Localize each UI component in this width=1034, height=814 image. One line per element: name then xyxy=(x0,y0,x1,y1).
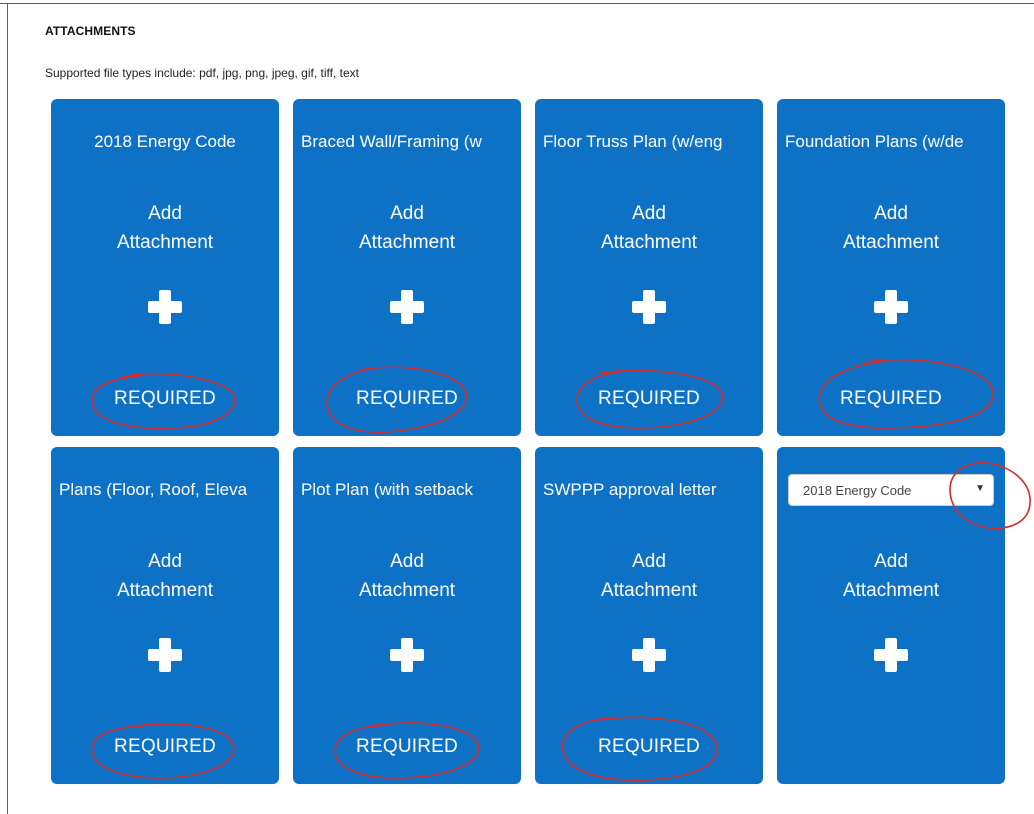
attachment-card-braced-wall[interactable]: Braced Wall/Framing (w Add Attachment RE… xyxy=(293,99,521,436)
add-attachment-label: Add Attachment xyxy=(293,199,521,257)
required-label: REQUIRED xyxy=(598,388,700,409)
chevron-down-icon[interactable]: ▼ xyxy=(975,483,985,494)
attachment-card-plans[interactable]: Plans (Floor, Roof, Eleva Add Attachment… xyxy=(51,447,279,784)
add-line: Add xyxy=(874,551,908,572)
attachment-card-floor-truss[interactable]: Floor Truss Plan (w/eng Add Attachment R… xyxy=(535,99,763,436)
required-label: REQUIRED xyxy=(356,388,458,409)
card-title: SWPPP approval letter xyxy=(543,480,717,499)
add-attachment-label: Add Attachment xyxy=(535,199,763,257)
attachment-line: Attachment xyxy=(358,232,456,253)
attachment-line: Attachment xyxy=(358,580,456,601)
plus-icon[interactable] xyxy=(148,290,182,324)
required-label: REQUIRED xyxy=(840,388,942,409)
card-title: 2018 Energy Code xyxy=(94,132,236,151)
add-line: Add xyxy=(148,551,182,572)
add-line: Add xyxy=(632,203,666,224)
plus-icon[interactable] xyxy=(632,638,666,672)
attachment-type-select[interactable]: 2018 Energy Code ▼ xyxy=(788,474,994,506)
add-attachment-label: Add Attachment xyxy=(535,547,763,605)
attachment-card-foundation[interactable]: Foundation Plans (w/de Add Attachment RE… xyxy=(777,99,1005,436)
card-title: Floor Truss Plan (w/eng xyxy=(543,132,723,151)
select-value: 2018 Energy Code xyxy=(803,483,912,498)
card-title: Foundation Plans (w/de xyxy=(785,132,964,151)
add-attachment-label: Add Attachment xyxy=(293,547,521,605)
attachments-grid: 2018 Energy Code Add Attachment REQUIRED… xyxy=(0,0,1034,814)
add-line: Add xyxy=(874,203,908,224)
required-label: REQUIRED xyxy=(356,736,458,757)
attachment-card-energy-code[interactable]: 2018 Energy Code Add Attachment REQUIRED xyxy=(51,99,279,436)
attachment-card-plot-plan[interactable]: Plot Plan (with setback Add Attachment R… xyxy=(293,447,521,784)
attachment-card-other[interactable]: 2018 Energy Code ▼ Add Attachment xyxy=(777,447,1005,784)
card-title: Plans (Floor, Roof, Eleva xyxy=(59,480,248,499)
plus-icon[interactable] xyxy=(390,290,424,324)
add-attachment-label: Add Attachment xyxy=(777,547,1005,605)
required-label: REQUIRED xyxy=(598,736,700,757)
plus-icon[interactable] xyxy=(148,638,182,672)
add-line: Add xyxy=(390,203,424,224)
plus-icon[interactable] xyxy=(874,290,908,324)
plus-icon[interactable] xyxy=(632,290,666,324)
attachment-line: Attachment xyxy=(600,580,698,601)
add-line: Add xyxy=(390,551,424,572)
card-title: Plot Plan (with setback xyxy=(301,480,473,499)
attachment-line: Attachment xyxy=(842,232,940,253)
attachment-card-swppp[interactable]: SWPPP approval letter Add Attachment REQ… xyxy=(535,447,763,784)
attachment-line: Attachment xyxy=(842,580,940,601)
attachment-line: Attachment xyxy=(600,232,698,253)
plus-icon[interactable] xyxy=(874,638,908,672)
required-label: REQUIRED xyxy=(114,736,216,757)
plus-icon[interactable] xyxy=(390,638,424,672)
attachment-line: Attachment xyxy=(116,580,214,601)
card-title: Braced Wall/Framing (w xyxy=(301,132,482,151)
add-line: Add xyxy=(148,203,182,224)
add-attachment-label: Add Attachment xyxy=(51,199,279,257)
add-line: Add xyxy=(632,551,666,572)
required-label: REQUIRED xyxy=(114,388,216,409)
add-attachment-label: Add Attachment xyxy=(51,547,279,605)
add-attachment-label: Add Attachment xyxy=(777,199,1005,257)
attachment-line: Attachment xyxy=(116,232,214,253)
